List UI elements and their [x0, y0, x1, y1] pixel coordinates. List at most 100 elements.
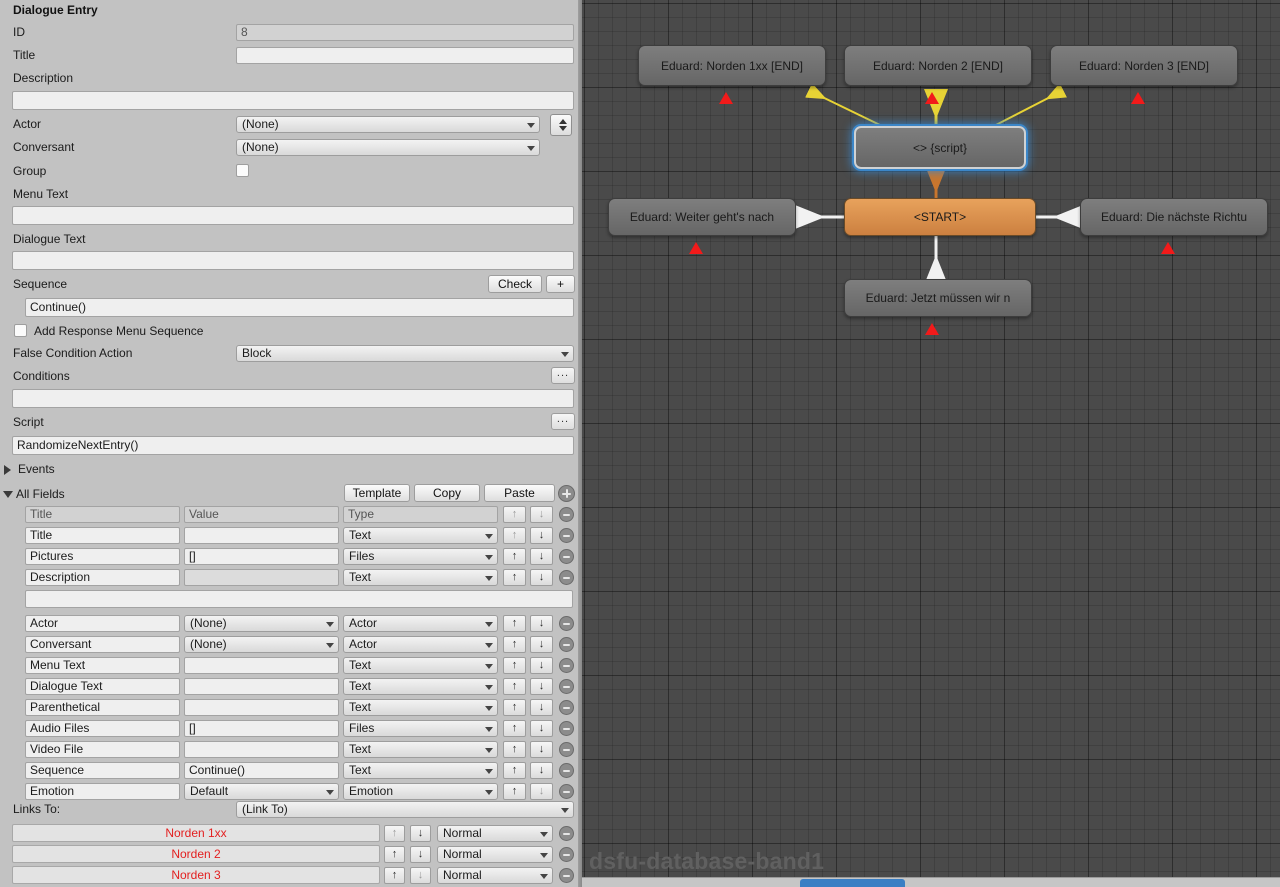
remove-link-button[interactable]	[559, 868, 574, 883]
group-checkbox[interactable]	[236, 164, 249, 177]
remove-field-button[interactable]	[559, 742, 574, 757]
move-field-up-button[interactable]: ↑	[503, 615, 526, 632]
field-title-input[interactable]: Audio Files	[25, 720, 180, 737]
field-type-dropdown[interactable]: Text	[343, 699, 498, 716]
field-type-dropdown[interactable]: Text	[343, 741, 498, 758]
dialogue-node-norden2[interactable]: Eduard: Norden 2 [END]	[844, 45, 1032, 86]
remove-field-button[interactable]	[559, 679, 574, 694]
move-field-down-button[interactable]: ↓	[530, 720, 553, 737]
field-value-input[interactable]	[184, 699, 339, 716]
move-field-down-button[interactable]: ↓	[530, 678, 553, 695]
move-link-up-button[interactable]: ↑	[384, 846, 405, 863]
move-link-down-button[interactable]: ↓	[410, 825, 431, 842]
conditions-menu-button[interactable]: ...	[551, 367, 575, 384]
move-field-up-button[interactable]: ↑	[503, 548, 526, 565]
remove-field-button[interactable]	[559, 616, 574, 631]
field-title-input[interactable]: Parenthetical	[25, 699, 180, 716]
field-title-input[interactable]: Dialogue Text	[25, 678, 180, 695]
bottom-tab-indicator[interactable]	[800, 879, 905, 887]
field-type-dropdown[interactable]: Actor	[343, 615, 498, 632]
conditions-input[interactable]	[12, 389, 574, 408]
actor-dropdown[interactable]: (None)	[236, 116, 540, 133]
dialogue-node-start[interactable]: <START>	[844, 198, 1036, 236]
dialogue-node-jetzt[interactable]: Eduard: Jetzt müssen wir n	[844, 279, 1032, 317]
field-title-input[interactable]: Description	[25, 569, 180, 586]
move-field-down-button[interactable]: ↓	[530, 657, 553, 674]
actor-stepper[interactable]	[550, 114, 572, 136]
dialogue-text-input[interactable]	[12, 251, 574, 270]
field-value-input[interactable]	[184, 678, 339, 695]
remove-field-button[interactable]	[559, 528, 574, 543]
title-input[interactable]	[236, 47, 574, 64]
move-field-up-button[interactable]: ↑	[503, 699, 526, 716]
remove-field-button[interactable]	[559, 700, 574, 715]
description-field-textarea[interactable]	[25, 590, 573, 608]
link-to-dropdown[interactable]: (Link To)	[236, 801, 574, 818]
link-target-name[interactable]: Norden 1xx	[12, 824, 380, 842]
conversant-dropdown[interactable]: (None)	[236, 139, 540, 156]
script-input[interactable]: RandomizeNextEntry()	[12, 436, 574, 455]
remove-field-button[interactable]	[559, 637, 574, 652]
false-condition-action-dropdown[interactable]: Block	[236, 345, 574, 362]
field-title-input[interactable]: Pictures	[25, 548, 180, 565]
field-value-dropdown[interactable]: Default	[184, 783, 339, 800]
dialogue-node-naechste[interactable]: Eduard: Die nächste Richtu	[1080, 198, 1268, 236]
move-field-up-button[interactable]: ↑	[503, 720, 526, 737]
remove-field-button[interactable]	[559, 549, 574, 564]
move-link-down-button[interactable]: ↓	[410, 846, 431, 863]
field-value-input[interactable]	[184, 569, 339, 586]
move-field-down-button[interactable]: ↓	[530, 741, 553, 758]
field-type-dropdown[interactable]: Text	[343, 657, 498, 674]
remove-field-button[interactable]	[559, 784, 574, 799]
field-type-dropdown[interactable]: Text	[343, 569, 498, 586]
field-title-input[interactable]: Video File	[25, 741, 180, 758]
dialogue-node-norden3[interactable]: Eduard: Norden 3 [END]	[1050, 45, 1238, 86]
link-priority-dropdown[interactable]: Normal	[437, 867, 553, 884]
script-menu-button[interactable]: ...	[551, 413, 575, 430]
field-type-dropdown[interactable]: Text	[343, 762, 498, 779]
paste-button[interactable]: Paste	[484, 484, 555, 502]
remove-field-button[interactable]	[559, 763, 574, 778]
move-field-up-button[interactable]: ↑	[503, 657, 526, 674]
link-target-name[interactable]: Norden 2	[12, 845, 380, 863]
field-value-input[interactable]: []	[184, 548, 339, 565]
description-input[interactable]	[12, 91, 574, 110]
link-priority-dropdown[interactable]: Normal	[437, 825, 553, 842]
dialogue-node-script[interactable]: <> {script}	[854, 126, 1026, 169]
move-field-down-button[interactable]: ↓	[530, 762, 553, 779]
move-field-down-button[interactable]: ↓	[530, 569, 553, 586]
field-title-input[interactable]: Title	[25, 527, 180, 544]
remove-field-button[interactable]	[559, 721, 574, 736]
add-response-menu-sequence-checkbox[interactable]	[14, 324, 27, 337]
move-field-down-button[interactable]: ↓	[530, 527, 553, 544]
move-field-up-button[interactable]: ↑	[503, 636, 526, 653]
field-title-input[interactable]: Conversant	[25, 636, 180, 653]
move-field-up-button[interactable]: ↑	[503, 762, 526, 779]
field-title-input[interactable]: Sequence	[25, 762, 180, 779]
remove-field-button[interactable]	[559, 570, 574, 585]
events-foldout-arrow-icon[interactable]	[4, 465, 11, 475]
add-field-button[interactable]	[558, 485, 575, 502]
field-type-dropdown[interactable]: Text	[343, 527, 498, 544]
template-button[interactable]: Template	[344, 484, 410, 502]
field-title-input[interactable]: Menu Text	[25, 657, 180, 674]
field-type-dropdown[interactable]: Actor	[343, 636, 498, 653]
field-value-input[interactable]: []	[184, 720, 339, 737]
move-field-up-button[interactable]: ↑	[503, 569, 526, 586]
dialogue-node-weiter[interactable]: Eduard: Weiter geht's nach	[608, 198, 796, 236]
move-link-up-button[interactable]: ↑	[384, 867, 405, 884]
dialogue-tree-canvas[interactable]: Eduard: Norden 1xx [END] Eduard: Norden 2…	[582, 0, 1280, 877]
field-value-dropdown[interactable]: (None)	[184, 636, 339, 653]
remove-field-button[interactable]	[559, 658, 574, 673]
field-title-input[interactable]: Emotion	[25, 783, 180, 800]
move-field-down-button[interactable]: ↓	[530, 548, 553, 565]
field-value-dropdown[interactable]: (None)	[184, 615, 339, 632]
move-field-down-button[interactable]: ↓	[530, 636, 553, 653]
field-value-input[interactable]	[184, 657, 339, 674]
field-title-input[interactable]: Actor	[25, 615, 180, 632]
sequence-check-button[interactable]: Check	[488, 275, 542, 293]
field-type-dropdown[interactable]: Files	[343, 720, 498, 737]
events-foldout-label[interactable]: Events	[18, 459, 55, 480]
menu-text-input[interactable]	[12, 206, 574, 225]
link-priority-dropdown[interactable]: Normal	[437, 846, 553, 863]
